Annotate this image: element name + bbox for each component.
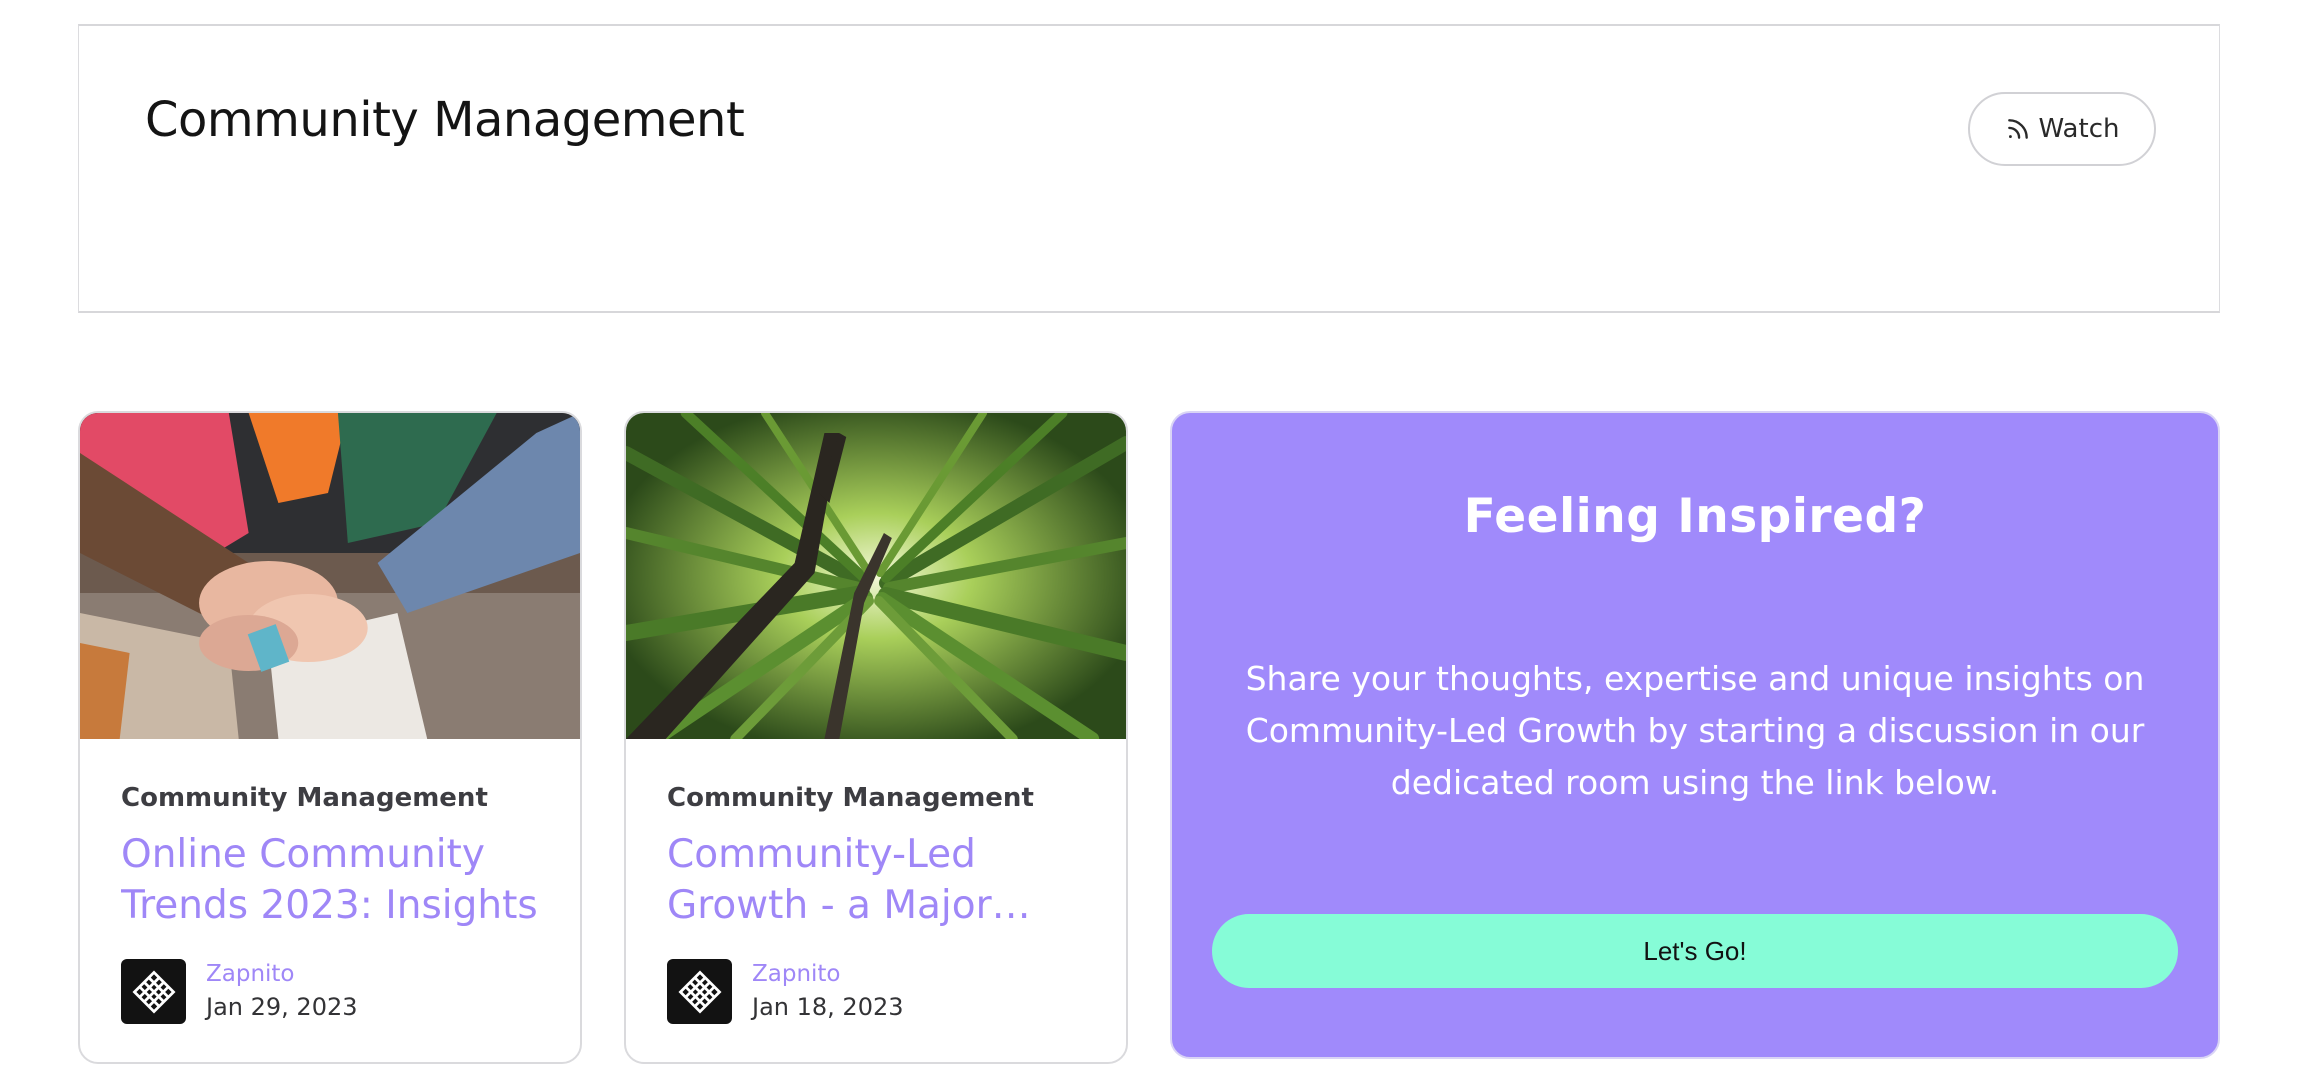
article-title-link[interactable]: Online Community Trends 2023: Insights [121, 829, 541, 933]
article-card[interactable]: Community Management Community-Led Growt… [624, 411, 1128, 1064]
hands-stacked-photo [80, 413, 580, 739]
article-category: Community Management [121, 783, 488, 813]
zapnito-logo-icon [677, 969, 722, 1014]
cta-description: Share your thoughts, expertise and uniqu… [1245, 659, 2145, 802]
watch-label: Watch [2038, 114, 2120, 144]
bamboo-forest-photo [626, 413, 1126, 739]
article-card[interactable]: Community Management Online Community Tr… [78, 411, 582, 1064]
article-thumbnail[interactable] [80, 413, 580, 739]
lets-go-button[interactable]: Let's Go! [1212, 914, 2178, 988]
cta-title: Feeling Inspired? [1463, 489, 1927, 544]
cta-card: Feeling Inspired? Share your thoughts, e… [1170, 411, 2220, 1059]
rss-feed-icon [2007, 119, 2028, 139]
topic-header: Community Management Watch [78, 24, 2220, 313]
author-avatar[interactable] [121, 959, 186, 1024]
post-date: Jan 18, 2023 [752, 993, 904, 1021]
article-thumbnail[interactable] [626, 413, 1126, 739]
post-date: Jan 29, 2023 [206, 993, 358, 1021]
author-name-link[interactable]: Zapnito [752, 961, 841, 987]
author-avatar[interactable] [667, 959, 732, 1024]
article-category: Community Management [667, 783, 1034, 813]
article-title-link[interactable]: Community-Led Growth - a Major Shift [667, 829, 1087, 933]
page-title: Community Management [145, 92, 745, 148]
author-name-link[interactable]: Zapnito [206, 961, 295, 987]
zapnito-logo-icon [131, 969, 176, 1014]
watch-button[interactable]: Watch [1968, 92, 2156, 166]
